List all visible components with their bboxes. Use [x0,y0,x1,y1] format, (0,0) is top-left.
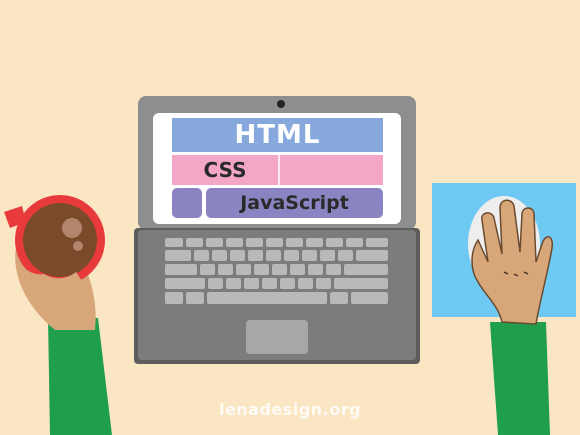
html-label: HTML [234,120,321,150]
css-label: CSS [203,158,247,182]
webcam [277,100,285,108]
js-block-small [172,188,202,218]
javascript-label: JavaScript [240,192,349,214]
watermark: lenadesign.org [218,400,362,419]
touchpad [246,320,308,354]
